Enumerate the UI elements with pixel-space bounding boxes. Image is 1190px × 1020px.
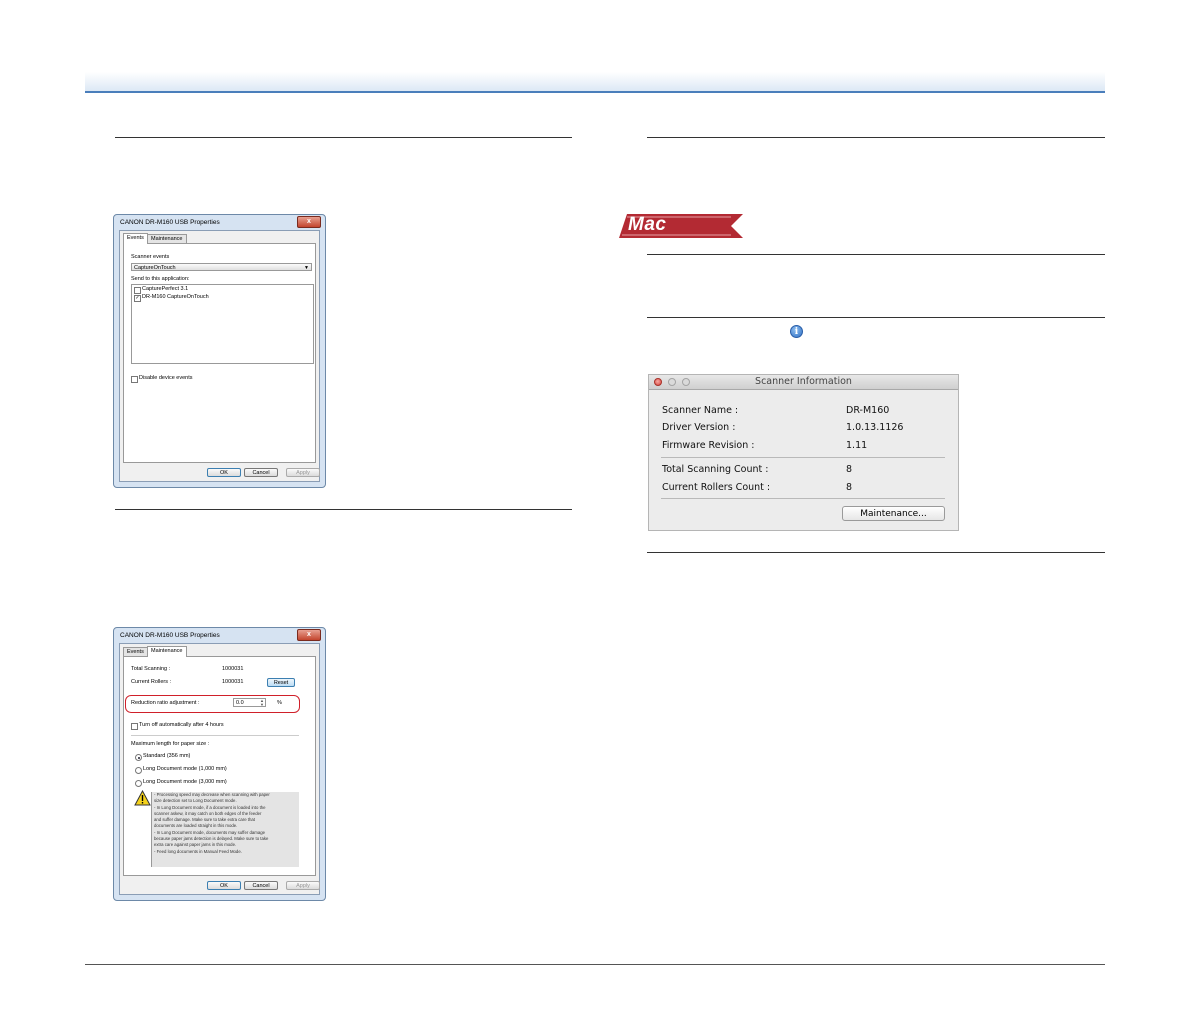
- apply-button[interactable]: Apply: [286, 468, 320, 477]
- section-rule: [647, 552, 1105, 553]
- radio-standard[interactable]: [135, 754, 142, 761]
- firmware-revision-value: 1.11: [846, 440, 868, 451]
- reset-button[interactable]: Reset: [267, 678, 295, 687]
- separator: [661, 498, 945, 499]
- cancel-button[interactable]: Cancel: [244, 881, 278, 890]
- dialog-client: Events Maintenance Total Scanning : 1000…: [119, 643, 320, 895]
- total-scanning-count-value: 8: [846, 464, 853, 475]
- current-rollers-count-label: Current Rollers Count :: [662, 482, 771, 493]
- chevron-down-icon: ▼: [304, 265, 309, 271]
- app-checkbox[interactable]: ✓: [134, 295, 141, 302]
- scanner-name-value: DR-M160: [846, 405, 890, 416]
- close-button[interactable]: x: [297, 629, 321, 641]
- properties-dialog-events: CANON DR-M160 USB Properties x Events Ma…: [113, 214, 326, 488]
- reduction-ratio-value: 0.0: [236, 700, 244, 706]
- divider: [131, 735, 299, 736]
- close-button[interactable]: x: [297, 216, 321, 228]
- check-icon: ✓: [135, 295, 140, 301]
- firmware-revision-label: Firmware Revision :: [662, 440, 755, 451]
- spinner-arrows-icon: ▲ ▼: [260, 698, 264, 707]
- title-bar: Scanner Information: [649, 375, 958, 390]
- turn-off-checkbox[interactable]: [131, 723, 138, 730]
- app-label: DR-M160 CaptureOnTouch: [142, 294, 209, 300]
- scanner-events-value: CaptureOnTouch: [134, 265, 176, 271]
- properties-dialog-maintenance: CANON DR-M160 USB Properties x Events Ma…: [113, 627, 326, 901]
- tab-maintenance[interactable]: Maintenance: [147, 646, 187, 657]
- section-rule: [115, 509, 572, 510]
- application-list: CapturePerfect 3.1 ✓ DR-M160 CaptureOnTo…: [131, 284, 314, 364]
- header-band: [85, 72, 1105, 91]
- dialog-title: CANON DR-M160 USB Properties: [120, 632, 220, 639]
- close-icon: x: [307, 218, 311, 225]
- section-rule: [115, 137, 572, 138]
- events-panel: Scanner events CaptureOnTouch ▼ Send to …: [123, 243, 316, 463]
- header-rule: [85, 91, 1105, 93]
- current-rollers-count-value: 8: [846, 482, 853, 493]
- warning-text: - Processing speed may decrease when sca…: [151, 792, 299, 867]
- mac-badge: Mac: [619, 214, 743, 238]
- apply-button[interactable]: Apply: [286, 881, 320, 890]
- ok-button[interactable]: OK: [207, 468, 241, 477]
- section-rule: [647, 137, 1105, 138]
- close-icon: x: [307, 631, 311, 638]
- maintenance-button[interactable]: Maintenance...: [842, 506, 945, 521]
- dialog-title: CANON DR-M160 USB Properties: [120, 219, 220, 226]
- max-length-label: Maximum length for paper size :: [131, 741, 210, 747]
- scanner-information-window: Scanner Information Scanner Name : DR-M1…: [648, 374, 959, 531]
- current-rollers-label: Current Rollers :: [131, 679, 172, 685]
- radio-label: Long Document mode (1,000 mm): [143, 766, 227, 772]
- reduction-ratio-label: Reduction ratio adjustment :: [131, 700, 200, 706]
- send-to-label: Send to this application:: [131, 276, 190, 282]
- section-rule: [647, 254, 1105, 255]
- app-label: CapturePerfect 3.1: [142, 286, 189, 292]
- turn-off-label: Turn off automatically after 4 hours: [139, 722, 224, 728]
- warning-icon: [134, 789, 151, 806]
- reduction-unit: %: [277, 700, 282, 706]
- radio-label: Long Document mode (3,000 mm): [143, 779, 227, 785]
- section-rule: [647, 317, 1105, 318]
- scanner-name-label: Scanner Name :: [662, 405, 739, 416]
- maintenance-panel: Total Scanning : 1000031 Current Rollers…: [123, 656, 316, 876]
- driver-version-value: 1.0.13.1126: [846, 422, 904, 433]
- total-scanning-count-label: Total Scanning Count :: [662, 464, 769, 475]
- disable-events-label: Disable device events: [139, 375, 193, 381]
- radio-long-3000[interactable]: [135, 780, 142, 787]
- separator: [661, 457, 945, 458]
- reduction-ratio-spinner[interactable]: 0.0 ▲ ▼: [233, 698, 266, 707]
- radio-label: Standard (356 mm): [143, 753, 191, 759]
- scanner-events-label: Scanner events: [131, 254, 170, 260]
- total-scanning-label: Total Scanning :: [131, 666, 171, 672]
- current-rollers-value: 1000031: [222, 679, 244, 685]
- scanner-events-select[interactable]: CaptureOnTouch ▼: [131, 263, 312, 271]
- ok-button[interactable]: OK: [207, 881, 241, 890]
- footer-rule: [85, 964, 1105, 965]
- cancel-button[interactable]: Cancel: [244, 468, 278, 477]
- warning-line: - Feed long documents in Manual Feed Mod…: [154, 848, 242, 854]
- driver-version-label: Driver Version :: [662, 422, 736, 433]
- disable-events-checkbox[interactable]: [131, 376, 138, 383]
- mac-badge-label: Mac: [628, 214, 667, 235]
- tab-events[interactable]: Events: [123, 233, 148, 244]
- info-icon-glyph: i: [794, 327, 799, 337]
- dialog-client: Events Maintenance Scanner events Captur…: [119, 230, 320, 482]
- info-icon: i: [790, 325, 803, 338]
- total-scanning-value: 1000031: [222, 666, 244, 672]
- app-checkbox[interactable]: [134, 287, 141, 294]
- radio-long-1000[interactable]: [135, 767, 142, 774]
- window-title: Scanner Information: [755, 376, 852, 387]
